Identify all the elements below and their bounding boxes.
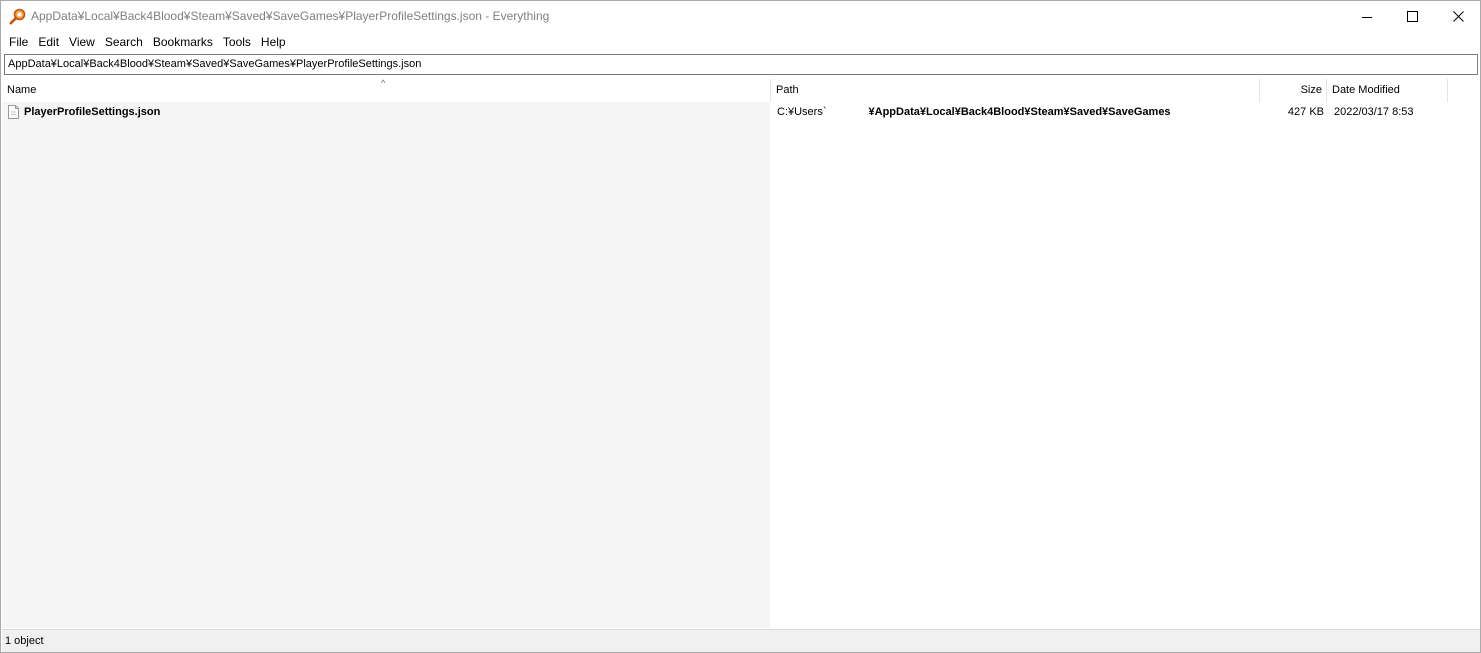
menu-file[interactable]: File — [4, 35, 33, 49]
minimize-icon — [1362, 16, 1372, 18]
minimize-button[interactable] — [1344, 1, 1390, 32]
results-list[interactable]: PlayerProfileSettings.json C:¥Users` ¥App… — [2, 102, 1480, 628]
file-path-prefix: C:¥Users` — [777, 106, 827, 118]
status-bar: 1 object — [2, 629, 1480, 652]
close-button[interactable] — [1435, 1, 1481, 32]
menu-edit[interactable]: Edit — [33, 35, 64, 49]
column-header-bar: ^ Name Path Size Date Modified — [2, 78, 1480, 102]
menu-bar: File Edit View Search Bookmarks Tools He… — [1, 32, 1480, 52]
column-divider[interactable] — [1447, 79, 1448, 102]
column-header-name[interactable]: Name — [2, 79, 770, 102]
json-file-icon — [8, 105, 19, 119]
menu-search[interactable]: Search — [100, 35, 148, 49]
menu-tools[interactable]: Tools — [218, 35, 256, 49]
maximize-icon — [1406, 11, 1418, 22]
file-path-suffix: ¥AppData¥Local¥Back4Blood¥Steam¥Saved¥Sa… — [868, 106, 1171, 118]
title-bar[interactable]: AppData¥Local¥Back4Blood¥Steam¥Saved¥Sav… — [1, 1, 1480, 32]
file-size: 427 KB — [1287, 106, 1324, 118]
column-header-path[interactable]: Path — [771, 79, 1259, 102]
search-input[interactable]: AppData¥Local¥Back4Blood¥Steam¥Saved¥Sav… — [4, 54, 1478, 75]
menu-bookmarks[interactable]: Bookmarks — [148, 35, 218, 49]
column-header-date-modified[interactable]: Date Modified — [1327, 79, 1447, 102]
window-title: AppData¥Local¥Back4Blood¥Steam¥Saved¥Sav… — [31, 9, 550, 23]
maximize-button[interactable] — [1389, 1, 1435, 32]
result-row[interactable]: PlayerProfileSettings.json C:¥Users` ¥App… — [2, 102, 1480, 123]
menu-help[interactable]: Help — [256, 35, 291, 49]
status-text: 1 object — [5, 635, 44, 647]
everything-magnifier-icon — [9, 8, 26, 25]
file-path: C:¥Users` ¥AppData¥Local¥Back4Blood¥Steam… — [777, 102, 1171, 123]
file-date-modified: 2022/03/17 8:53 — [1334, 106, 1414, 118]
app-window: AppData¥Local¥Back4Blood¥Steam¥Saved¥Sav… — [0, 0, 1481, 653]
menu-view[interactable]: View — [64, 35, 100, 49]
name-column-background — [2, 102, 770, 628]
close-icon — [1452, 11, 1464, 22]
file-name: PlayerProfileSettings.json — [24, 106, 161, 118]
column-header-size[interactable]: Size — [1260, 79, 1326, 102]
